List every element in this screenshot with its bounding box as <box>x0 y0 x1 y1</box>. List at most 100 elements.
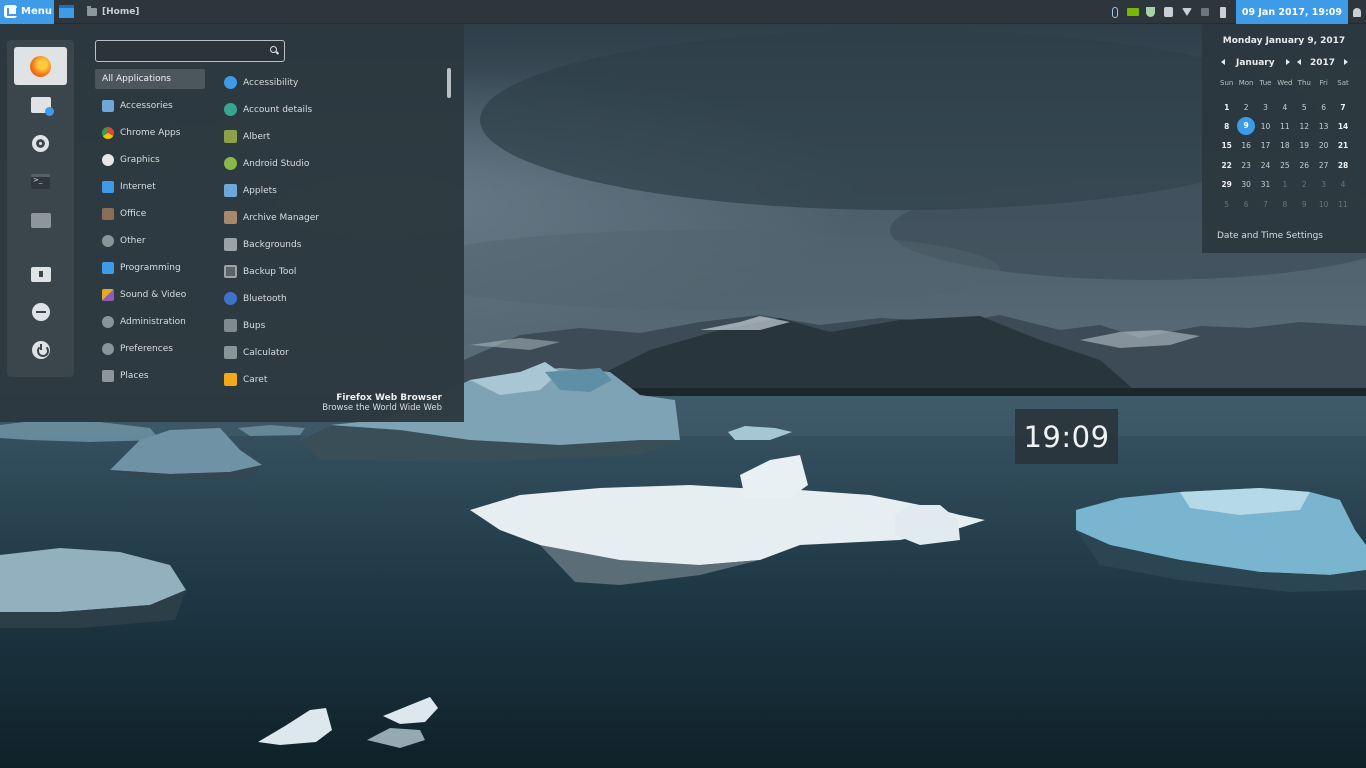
app-calculator[interactable]: Calculator <box>222 339 442 366</box>
calendar-day-other-month[interactable]: 3 <box>1314 180 1333 189</box>
shutdown-button[interactable] <box>14 331 67 369</box>
category-other[interactable]: Other <box>95 227 205 254</box>
window-list-item-home[interactable]: [Home] <box>87 5 139 17</box>
category-places[interactable]: Places <box>95 362 205 389</box>
date-time-settings-link[interactable]: Date and Time Settings <box>1217 231 1323 241</box>
category-programming[interactable]: Programming <box>95 254 205 281</box>
clock-desklet: 19:09 <box>1015 409 1118 464</box>
app-list-scrollbar[interactable] <box>447 68 451 98</box>
app-android-studio[interactable]: Android Studio <box>222 150 442 177</box>
show-desktop-icon[interactable] <box>59 5 74 18</box>
favorite-files[interactable] <box>14 201 67 239</box>
tray-nvidia[interactable] <box>1124 0 1142 24</box>
app-caret[interactable]: Caret <box>222 366 442 393</box>
category-graphics[interactable]: Graphics <box>95 146 205 173</box>
calendar-day[interactable]: 8 <box>1217 122 1236 131</box>
calendar-day[interactable]: 21 <box>1333 141 1352 150</box>
calendar-day-other-month[interactable]: 2 <box>1295 180 1314 189</box>
previous-year-icon[interactable] <box>1297 59 1301 65</box>
app-accessibility[interactable]: Accessibility <box>222 69 442 96</box>
category-chrome-apps[interactable]: Chrome Apps <box>95 119 205 146</box>
menu-search-input[interactable] <box>95 40 285 62</box>
logout-button[interactable] <box>14 293 67 331</box>
calendar-day-other-month[interactable]: 6 <box>1236 200 1255 209</box>
graphics-icon <box>102 153 114 166</box>
calendar-day[interactable]: 19 <box>1295 141 1314 150</box>
app-albert[interactable]: Albert <box>222 123 442 150</box>
calendar-day-other-month[interactable]: 1 <box>1275 180 1294 189</box>
category-internet[interactable]: Internet <box>95 173 205 200</box>
calendar-day[interactable]: 3 <box>1256 103 1275 112</box>
category-sound-video[interactable]: Sound & Video <box>95 281 205 308</box>
calendar-day-other-month[interactable]: 9 <box>1295 200 1314 209</box>
calendar-day[interactable]: 18 <box>1275 141 1294 150</box>
category-preferences[interactable]: Preferences <box>95 335 205 362</box>
category-all-applications[interactable]: All Applications <box>95 69 205 89</box>
calendar-day[interactable]: 29 <box>1217 180 1236 189</box>
app-bluetooth[interactable]: Bluetooth <box>222 285 442 312</box>
calendar-day[interactable]: 20 <box>1314 141 1333 150</box>
calendar-day-other-month[interactable]: 10 <box>1314 200 1333 209</box>
tray-bluetooth[interactable] <box>1106 0 1124 24</box>
lock-screen-button[interactable] <box>14 255 67 293</box>
calendar-day[interactable]: 5 <box>1295 103 1314 112</box>
category-accessories[interactable]: Accessories <box>95 92 205 119</box>
calendar-day[interactable]: 6 <box>1314 103 1333 112</box>
calendar-day[interactable]: 25 <box>1275 161 1294 170</box>
favorite-system-settings[interactable] <box>14 124 67 162</box>
calendar-day[interactable]: 12 <box>1295 122 1314 131</box>
tray-display[interactable] <box>1160 0 1178 24</box>
app-backgrounds[interactable]: Backgrounds <box>222 231 442 258</box>
calendar-day-other-month[interactable]: 11 <box>1333 200 1352 209</box>
calendar-day[interactable]: 10 <box>1256 122 1275 131</box>
calendar-day[interactable]: 17 <box>1256 141 1275 150</box>
tray-power[interactable] <box>1214 0 1232 24</box>
calendar-week-row: 8 9 10 11 12 13 14 <box>1217 117 1359 136</box>
terminal-icon <box>31 173 50 189</box>
next-month-icon[interactable] <box>1286 59 1290 65</box>
calendar-day-other-month[interactable]: 4 <box>1333 180 1352 189</box>
category-office[interactable]: Office <box>95 200 205 227</box>
calendar-day[interactable]: 26 <box>1295 161 1314 170</box>
app-account-details[interactable]: Account details <box>222 96 442 123</box>
calendar-day[interactable]: 2 <box>1236 103 1255 112</box>
application-menu: All Applications Accessories Chrome Apps… <box>0 24 464 422</box>
category-administration[interactable]: Administration <box>95 308 205 335</box>
calendar-day[interactable]: 4 <box>1275 103 1294 112</box>
tray-sound[interactable] <box>1196 0 1214 24</box>
calendar-day[interactable]: 31 <box>1256 180 1275 189</box>
calendar-day[interactable]: 30 <box>1236 180 1255 189</box>
menu-button[interactable]: Menu <box>0 0 54 24</box>
favorite-software-manager[interactable] <box>14 86 67 124</box>
calendar-day[interactable]: 15 <box>1217 141 1236 150</box>
calendar-day-other-month[interactable]: 7 <box>1256 200 1275 209</box>
calendar-day[interactable]: 28 <box>1333 161 1352 170</box>
calendar-day[interactable]: 7 <box>1333 103 1352 112</box>
calendar-day-today[interactable]: 9 <box>1236 117 1256 136</box>
calendar-day[interactable]: 11 <box>1275 122 1294 131</box>
tray-user[interactable] <box>1348 0 1366 24</box>
next-year-icon[interactable] <box>1344 59 1348 65</box>
calendar-day[interactable]: 14 <box>1333 122 1352 131</box>
app-bups[interactable]: Bups <box>222 312 442 339</box>
previous-month-icon[interactable] <box>1221 59 1225 65</box>
tray-network[interactable] <box>1178 0 1196 24</box>
calendar-day[interactable]: 24 <box>1256 161 1275 170</box>
calendar-day[interactable]: 27 <box>1314 161 1333 170</box>
calendar-day[interactable]: 1 <box>1217 103 1236 112</box>
calendar-day[interactable]: 23 <box>1236 161 1255 170</box>
app-applets[interactable]: Applets <box>222 177 442 204</box>
calendar-day[interactable]: 22 <box>1217 161 1236 170</box>
calendar-day-other-month[interactable]: 8 <box>1275 200 1294 209</box>
calendar-day-other-month[interactable]: 5 <box>1217 200 1236 209</box>
favorite-terminal[interactable] <box>14 162 67 200</box>
app-backup-tool[interactable]: Backup Tool <box>222 258 442 285</box>
calendar-day[interactable]: 16 <box>1236 141 1255 150</box>
weekday-label: Sun <box>1220 78 1234 87</box>
category-label: Places <box>120 370 149 381</box>
clock-applet[interactable]: 09 Jan 2017, 19:09 <box>1235 0 1348 24</box>
calendar-day[interactable]: 13 <box>1314 122 1333 131</box>
app-archive-manager[interactable]: Archive Manager <box>222 204 442 231</box>
favorite-firefox[interactable] <box>14 47 67 85</box>
tray-update-manager[interactable] <box>1142 0 1160 24</box>
